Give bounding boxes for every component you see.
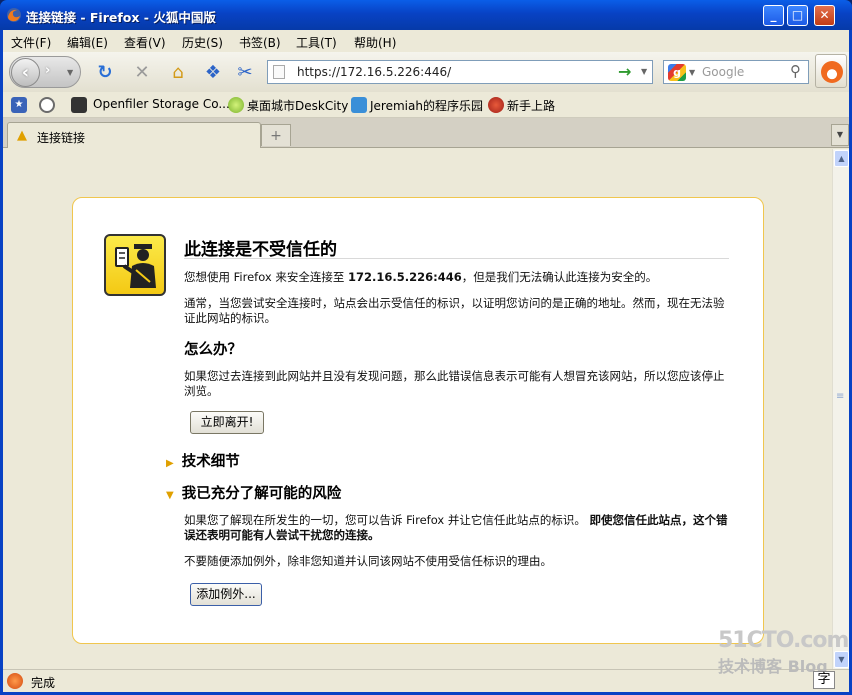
search-icon[interactable]: ⚲: [790, 62, 801, 80]
openfiler-icon: [71, 97, 87, 113]
jeremiah-icon: [351, 97, 367, 113]
status-icon: [7, 673, 23, 689]
menu-file[interactable]: 文件(F): [11, 34, 51, 51]
warning-icon: ▲: [17, 128, 27, 143]
tab-list-button[interactable]: ▼: [831, 124, 849, 146]
bookmark-deskcity[interactable]: 桌面城市DeskCity: [247, 97, 348, 114]
vertical-scrollbar[interactable]: ▲ ≡ ▼: [832, 149, 849, 669]
page-content: 此连接是不受信任的 您想使用 Firefox 来安全连接至 172.16.5.2…: [3, 149, 832, 669]
menu-help[interactable]: 帮助(H): [354, 34, 396, 51]
history-dropdown-icon[interactable]: ▼: [67, 68, 73, 77]
menu-bookmarks[interactable]: 书签(B): [239, 34, 281, 51]
what-to-do-heading: 怎么办？: [184, 342, 242, 358]
tab-label[interactable]: 连接链接: [37, 129, 85, 146]
google-engine-icon[interactable]: g: [668, 64, 686, 81]
maximize-button[interactable]: □: [787, 5, 808, 26]
forward-button[interactable]: ›: [45, 63, 50, 78]
deskcity-icon: [228, 97, 244, 113]
menu-view[interactable]: 查看(V): [124, 34, 166, 51]
bookmark-jeremiah[interactable]: Jeremiah的程序乐园: [370, 97, 483, 114]
url-dropdown-icon[interactable]: ▼: [641, 67, 647, 76]
firefox-icon: [7, 8, 21, 22]
title-divider: [184, 258, 729, 259]
windows-icon[interactable]: ❖: [202, 62, 224, 84]
window-titlebar: 连接链接 - Firefox - 火狐中国版 _ □ ✕: [0, 0, 852, 30]
tab-active[interactable]: ▲ 连接链接: [7, 122, 261, 148]
menu-bar: 文件(F) 编辑(E) 查看(V) 历史(S) 书签(B) 工具(T) 帮助(H…: [3, 30, 849, 52]
page-icon: [273, 65, 285, 79]
back-button[interactable]: ‹: [11, 58, 40, 87]
watermark-line2: 技术博客: [718, 657, 783, 676]
technical-details-toggle[interactable]: ▶ 技术细节: [166, 450, 240, 471]
error-intro: 您想使用 Firefox 来安全连接至 172.16.5.226:446，但是我…: [184, 270, 658, 284]
bookmark-star-icon[interactable]: ★: [11, 97, 27, 113]
close-button[interactable]: ✕: [814, 5, 835, 26]
menu-tools[interactable]: 工具(T): [296, 34, 337, 51]
risk-text: 如果您了解现在所发生的一切，您可以告诉 Firefox 并让它信任此站点的标识。…: [184, 513, 728, 542]
bookmarks-toolbar: ★ Openfiler Storage Co... 桌面城市DeskCity J…: [3, 92, 849, 118]
tab-strip: ▲ 连接链接 + ▼: [3, 118, 849, 148]
search-placeholder[interactable]: Google: [702, 65, 744, 79]
add-exception-button[interactable]: 添加例外...: [190, 583, 262, 606]
status-text: 完成: [31, 676, 56, 690]
back-forward-group: ‹ › ▼: [9, 56, 81, 88]
fox-icon: [821, 61, 843, 83]
url-bar[interactable]: https://172.16.5.226:446/ → ▼: [267, 60, 653, 84]
collapsed-triangle-icon: ▶: [166, 458, 174, 469]
search-bar[interactable]: g ▼ Google ⚲: [663, 60, 809, 84]
minimize-button[interactable]: _: [763, 5, 784, 26]
watermark-line1: 51CTO.com: [718, 628, 849, 653]
home-icon[interactable]: ⌂: [167, 62, 189, 84]
leave-button[interactable]: 立即离开!: [190, 411, 264, 434]
what-to-do-text: 如果您过去连接到此网站并且没有发现问题，那么此错误信息表示可能有人想冒充该网站，…: [184, 369, 725, 398]
scissors-icon[interactable]: ✂: [234, 62, 256, 84]
stop-icon[interactable]: ✕: [131, 62, 153, 84]
error-host: 172.16.5.226:446: [348, 270, 462, 284]
bookmark-newbie[interactable]: 新手上路: [507, 97, 555, 114]
scroll-grip-icon[interactable]: ≡: [836, 391, 844, 402]
understand-risks-toggle[interactable]: ▼ 我已充分了解可能的风险: [166, 482, 341, 503]
go-arrow-icon[interactable]: →: [618, 62, 631, 81]
clock-icon[interactable]: [39, 97, 55, 113]
error-box: 此连接是不受信任的 您想使用 Firefox 来安全连接至 172.16.5.2…: [72, 197, 764, 644]
engine-dropdown-icon[interactable]: ▼: [689, 68, 695, 77]
zi-button[interactable]: 字: [813, 671, 835, 689]
window-title: 连接链接 - Firefox - 火狐中国版: [26, 10, 216, 25]
firefox-addon-button[interactable]: [815, 54, 847, 88]
reload-icon[interactable]: ↻: [94, 62, 116, 84]
risk-advice: 不要随便添加例外，除非您知道并认同该网站不使用受信任标识的理由。: [184, 554, 552, 568]
url-text[interactable]: https://172.16.5.226:446/: [297, 65, 451, 79]
scroll-up-button[interactable]: ▲: [834, 150, 849, 167]
newbie-icon: [488, 97, 504, 113]
menu-history[interactable]: 历史(S): [182, 34, 223, 51]
new-tab-button[interactable]: +: [261, 124, 291, 146]
navigation-toolbar: ‹ › ▼ ↻ ✕ ⌂ ❖ ✂ https://172.16.5.226:446…: [3, 52, 849, 92]
browser-frame: 文件(F) 编辑(E) 查看(V) 历史(S) 书签(B) 工具(T) 帮助(H…: [0, 30, 852, 695]
error-title: 此连接是不受信任的: [184, 240, 337, 260]
error-explanation: 通常，当您尝试安全连接时，站点会出示受信任的标识，以证明您访问的是正确的地址。然…: [184, 296, 725, 325]
watermark: 51CTO.com 技术博客 Blog: [718, 628, 849, 677]
menu-edit[interactable]: 编辑(E): [67, 34, 108, 51]
expanded-triangle-icon: ▼: [166, 490, 174, 501]
bookmark-openfiler[interactable]: Openfiler Storage Co...: [93, 97, 230, 111]
policeman-icon: [104, 234, 166, 296]
